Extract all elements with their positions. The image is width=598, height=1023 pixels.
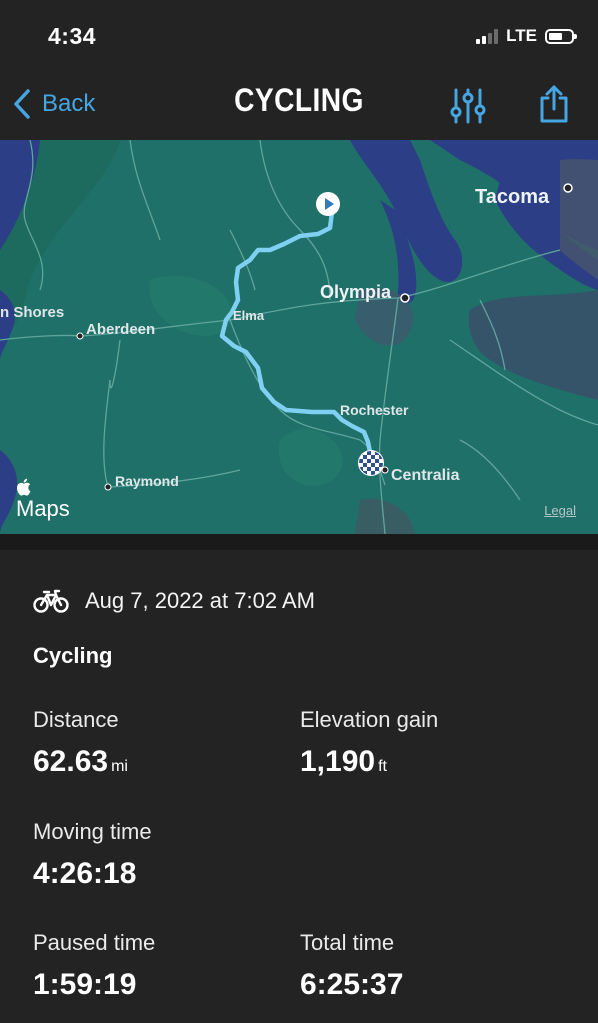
- filter-sliders-icon[interactable]: [448, 86, 488, 126]
- chevron-left-icon: [14, 89, 30, 119]
- moving-time-value: 4:26:18: [33, 857, 137, 890]
- stat-label: Elevation gain: [300, 707, 439, 732]
- stat-label: Moving time: [33, 819, 152, 844]
- workout-date-row: Aug 7, 2022 at 7:02 AM: [33, 588, 315, 614]
- status-time: 4:34: [48, 23, 97, 49]
- stat-label: Paused time: [33, 930, 156, 955]
- cellular-signal-icon: [476, 28, 499, 44]
- stat-distance: Distance 62.63 mi: [33, 707, 128, 779]
- map-label-elma: Elma: [233, 308, 265, 323]
- map-label-ocean-shores: n Shores: [0, 304, 65, 321]
- status-bar: 4:34 LTE: [0, 0, 598, 70]
- workout-date: Aug 7, 2022 at 7:02 AM: [85, 588, 315, 613]
- maps-logo-text: Maps: [16, 496, 70, 521]
- map-label-rochester: Rochester: [340, 402, 409, 418]
- section-divider: [0, 534, 598, 550]
- battery-icon: [545, 28, 577, 44]
- status-indicators: LTE: [476, 26, 577, 46]
- distance-unit: mi: [111, 758, 128, 775]
- apple-logo-icon: [16, 478, 31, 496]
- stat-moving-time: Moving time 4:26:18: [33, 819, 152, 891]
- bicycle-icon: [33, 589, 69, 613]
- paused-time-value: 1:59:19: [33, 968, 137, 1001]
- stat-value: 62.63 mi: [33, 745, 128, 779]
- stat-value: 1,190 ft: [300, 745, 438, 779]
- map-label-raymond: Raymond: [115, 473, 179, 489]
- map-label-olympia: Olympia: [320, 282, 392, 302]
- stat-paused-time: Paused time 1:59:19: [33, 930, 155, 1002]
- navigation-bar: Back CYCLING: [0, 70, 598, 140]
- distance-value: 62.63: [33, 745, 109, 778]
- stat-elevation-gain: Elevation gain 1,190 ft: [300, 707, 438, 779]
- stat-label: Distance: [33, 707, 119, 732]
- activity-type: Cycling: [33, 643, 113, 668]
- share-icon[interactable]: [536, 84, 572, 124]
- apple-maps-logo: Maps: [16, 478, 70, 522]
- elevation-value: 1,190: [300, 745, 376, 778]
- stat-total-time: Total time 6:25:37: [300, 930, 403, 1002]
- route-map[interactable]: Tacoma Olympia n Shores Aberdeen Elma Ro…: [0, 140, 598, 534]
- route-finish-icon: [358, 450, 384, 476]
- map-label-aberdeen: Aberdeen: [86, 321, 156, 338]
- stat-label: Total time: [300, 930, 395, 955]
- map-label-tacoma: Tacoma: [475, 186, 550, 208]
- total-time-value: 6:25:37: [300, 968, 404, 1001]
- route-start-icon: [316, 192, 340, 216]
- map-label-centralia: Centralia: [391, 467, 460, 484]
- network-type: LTE: [506, 26, 537, 45]
- elevation-unit: ft: [378, 758, 387, 775]
- legal-link[interactable]: Legal: [544, 503, 576, 518]
